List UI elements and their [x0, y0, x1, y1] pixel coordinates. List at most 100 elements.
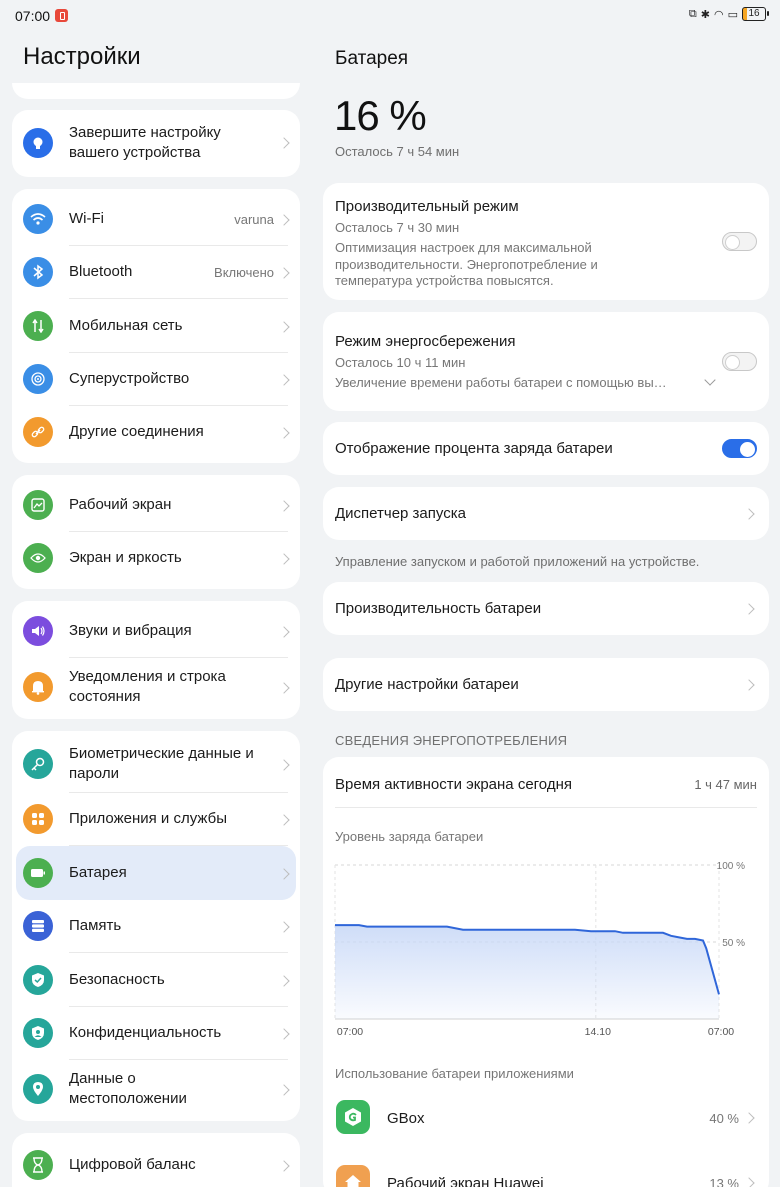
sidebar-item-notifications[interactable]: Уведомления и строка состояния: [12, 658, 300, 716]
x-tick-label: 14.10: [585, 1026, 611, 1038]
power-saving-title: Режим энергосбережения: [335, 333, 516, 350]
sidebar-item-label: Память: [69, 917, 122, 934]
chevron-right-icon: [278, 267, 290, 279]
launch-manager-card[interactable]: Диспетчер запуска: [323, 487, 769, 540]
performance-mode-toggle[interactable]: [722, 232, 757, 251]
battery-remaining: Осталось 7 ч 54 мин: [335, 144, 460, 159]
power-saving-remaining: Осталось 10 ч 11 мин: [335, 355, 466, 370]
x-tick-label: 07:00: [708, 1026, 734, 1038]
search-card-peek: [12, 83, 300, 99]
sidebar-item-battery[interactable]: Батарея: [16, 846, 296, 900]
other-battery-settings-card[interactable]: Другие настройки батареи: [323, 658, 769, 711]
storage-icon: [23, 911, 53, 941]
app-usage-row[interactable]: Рабочий экран Huawei 13 %: [323, 1157, 769, 1187]
sidebar-item-value: Включено: [214, 265, 274, 280]
power-saving-description: Увеличение времени работы батареи с помо…: [335, 375, 667, 390]
chevron-right-icon: [278, 137, 290, 149]
app-name: GBox: [387, 1110, 425, 1127]
battery-performance-title: Производительность батареи: [335, 600, 542, 617]
settings-sidebar: Настройки Завершите настройку вашего уст…: [0, 30, 312, 1187]
wifi-status-icon: ◠: [713, 8, 724, 21]
nfc-icon: ⧉: [688, 7, 697, 20]
page-title: Настройки: [23, 43, 141, 70]
sidebar-item-bluetooth[interactable]: Bluetooth Включено: [12, 246, 300, 299]
show-percent-card[interactable]: Отображение процента заряда батареи: [323, 422, 769, 475]
chevron-right-icon: [743, 603, 755, 615]
setup-label: Завершите настройку вашего устройства: [69, 124, 221, 161]
battery-percent: 16 %: [334, 92, 427, 139]
chevron-right-icon: [278, 1160, 290, 1172]
performance-mode-description: Оптимизация настроек для максимальной пр…: [335, 240, 598, 288]
sidebar-item-display[interactable]: Экран и яркость: [12, 532, 300, 585]
chevron-right-icon: [278, 759, 290, 771]
sidebar-item-other-connections[interactable]: Другие соединения: [12, 406, 300, 459]
sidebar-item-label: Безопасность: [69, 971, 165, 988]
sidebar-item-label: Биометрические данные и пароли: [69, 745, 254, 782]
gbox-icon: [336, 1100, 370, 1134]
show-percent-toggle[interactable]: [722, 439, 757, 458]
link-icon: [23, 417, 53, 447]
battery-icon: [23, 858, 53, 888]
app-usage-row[interactable]: GBox 40 %: [323, 1092, 769, 1142]
battery-level-chart: 100 % 50 % 07:00 14.10 07:00: [334, 861, 745, 1038]
sidebar-item-label: Данные о местоположении: [69, 1070, 187, 1107]
battery-detail-pane: Батарея 16 % Осталось 7 ч 54 мин Произво…: [312, 30, 780, 1187]
sidebar-item-sound[interactable]: Звуки и вибрация: [12, 605, 300, 658]
sidebar-item-privacy[interactable]: Конфиденциальность: [12, 1007, 300, 1060]
launch-manager-caption: Управление запуском и работой приложений…: [335, 554, 700, 569]
setup-card[interactable]: Завершите настройку вашего устройства: [12, 110, 300, 177]
mobile-network-icon: [23, 311, 53, 341]
sidebar-item-label: Приложения и службы: [69, 810, 227, 827]
key-icon: [23, 749, 53, 779]
sound-group: Звуки и вибрация Уведомления и строка со…: [12, 601, 300, 719]
sidebar-item-apps[interactable]: Приложения и службы: [12, 793, 300, 846]
sidebar-item-label: Экран и яркость: [69, 549, 182, 566]
y-tick-label: 100 %: [717, 861, 745, 872]
notification-badge-icon: [55, 9, 68, 22]
apps-usage-label: Использование батареи приложениями: [335, 1066, 574, 1081]
screen-time-value: 1 ч 47 мин: [694, 777, 757, 792]
home-screen-icon: [23, 490, 53, 520]
sidebar-item-security[interactable]: Безопасность: [12, 953, 300, 1007]
chevron-right-icon: [278, 214, 290, 226]
sidebar-item-label: Уведомления и строка состояния: [69, 668, 226, 705]
sidebar-item-label: Мобильная сеть: [69, 317, 183, 334]
sidebar-item-digital-balance[interactable]: Цифровой баланс: [12, 1137, 300, 1187]
performance-mode-card[interactable]: Производительный режим Осталось 7 ч 30 м…: [323, 183, 769, 300]
bluetooth-status-icon: ✱: [700, 8, 710, 21]
sidebar-item-location[interactable]: Данные о местоположении: [12, 1060, 300, 1118]
other-battery-settings-title: Другие настройки батареи: [335, 676, 519, 693]
sidebar-item-superdevice[interactable]: Суперустройство: [12, 353, 300, 406]
sidebar-item-label: Цифровой баланс: [69, 1156, 196, 1173]
chevron-right-icon: [278, 553, 290, 565]
sidebar-item-home-screen[interactable]: Рабочий экран: [12, 479, 300, 532]
sidebar-item-label: Суперустройство: [69, 370, 190, 387]
cast-icon: ▭: [727, 8, 738, 21]
chevron-right-icon: [278, 427, 290, 439]
status-bar: 07:00 ⧉ ✱ ◠ ▭ 16: [0, 0, 780, 30]
sidebar-item-label: Конфиденциальность: [69, 1024, 222, 1041]
sound-icon: [23, 616, 53, 646]
power-saving-toggle[interactable]: [722, 352, 757, 371]
chevron-right-icon: [278, 682, 290, 694]
battery-level-label: Уровень заряда батареи: [335, 829, 484, 844]
sidebar-item-wifi[interactable]: Wi-Fi varuna: [12, 193, 300, 246]
display-group: Рабочий экран Экран и яркость: [12, 475, 300, 589]
screen-time-label: Время активности экрана сегодня: [335, 776, 572, 793]
power-saving-card[interactable]: Режим энергосбережения Осталось 10 ч 11 …: [323, 312, 769, 411]
chevron-right-icon: [278, 374, 290, 386]
sidebar-item-label: Батарея: [69, 864, 127, 881]
status-icons: ⧉ ✱ ◠ ▭ 16: [688, 7, 769, 21]
sidebar-item-storage[interactable]: Память: [12, 900, 300, 953]
privacy-icon: [23, 1018, 53, 1048]
battery-performance-card[interactable]: Производительность батареи: [323, 582, 769, 635]
setup-item[interactable]: Завершите настройку вашего устройства: [12, 110, 300, 177]
app-percent: 13 %: [709, 1176, 739, 1187]
apps-icon: [23, 804, 53, 834]
sidebar-item-mobile[interactable]: Мобильная сеть: [12, 299, 300, 353]
consumption-section-header: СВЕДЕНИЯ ЭНЕРГОПОТРЕБЛЕНИЯ: [335, 733, 568, 748]
chevron-right-icon: [278, 975, 290, 987]
sidebar-item-biometrics[interactable]: Биометрические данные и пароли: [12, 735, 300, 793]
chevron-down-icon[interactable]: [704, 374, 716, 386]
sidebar-item-label: Wi-Fi: [69, 210, 104, 227]
